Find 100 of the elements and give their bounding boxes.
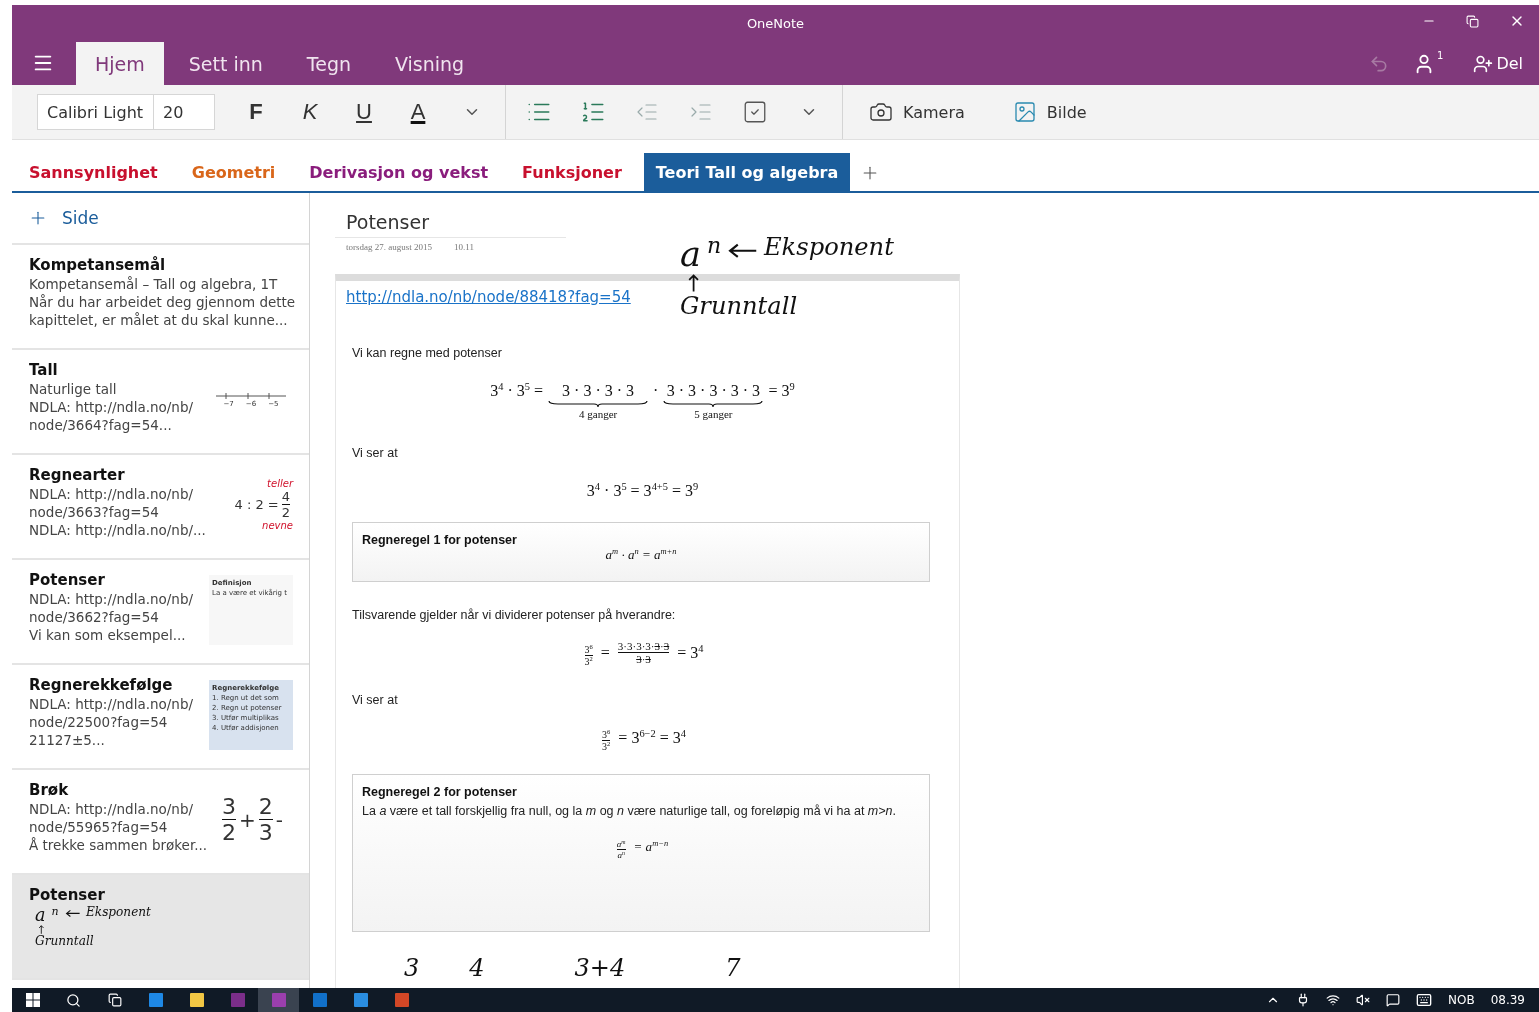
ink-number: 7: [725, 954, 741, 982]
keyboard-icon[interactable]: [1416, 992, 1432, 1008]
ink-arrow-icon: [727, 241, 758, 260]
math-expression: =: [600, 644, 610, 662]
fraction-numerator: 3$^{6}$: [602, 729, 611, 740]
page-preview-line: Naturlige tall: [29, 380, 118, 398]
page-preview-line: node/22500?fag=54: [29, 713, 169, 731]
app-tile-icon[interactable]: [258, 988, 299, 1012]
font-field[interactable]: Calibri Light 20: [37, 94, 215, 130]
fraction-numerator: 3$^{6}$: [584, 644, 593, 655]
section-tab[interactable]: Sannsynlighet: [17, 153, 170, 191]
page-title: Kompetansemål: [29, 255, 167, 275]
operator: -: [275, 807, 283, 832]
window-title: OneNote: [746, 16, 805, 31]
section-tab[interactable]: Derivasjon og vekst: [297, 153, 501, 191]
page-preview-line: NDLA: http://ndla.no/nb/: [29, 398, 194, 416]
plug-icon[interactable]: [1296, 993, 1310, 1007]
notification-icon[interactable]: [1386, 993, 1400, 1007]
fraction-denominator: a$^{n}$: [617, 850, 625, 860]
math-expression: = 3$^{4}$: [677, 644, 704, 662]
underbrace-icon: [548, 400, 649, 408]
numerator: 3: [222, 794, 236, 819]
page-title: Potenser: [29, 885, 106, 905]
page-time: 10.11: [454, 242, 474, 252]
math-expression: a$^{m}$ · a$^{n}$ = a$^{m+n}$: [605, 547, 677, 563]
paragraph: Vi kan regne med potenser: [351, 346, 503, 360]
page-preview-line: Vi kan som eksempel...: [29, 626, 187, 644]
page-preview-line: node/55965?fag=54: [29, 818, 169, 836]
format-button[interactable]: A: [391, 98, 445, 126]
picture-button[interactable]: Bilde: [1006, 99, 1093, 125]
page-link[interactable]: http://ndla.no/nb/node/88418?fag=54: [346, 288, 631, 306]
ribbon-tab[interactable]: Visning: [376, 42, 484, 85]
ink-number: 3: [404, 954, 420, 982]
ink-base-letter: a: [35, 905, 46, 925]
ink-base-letter: a: [680, 233, 701, 274]
rule-text: La a være et tall forskjellig fra null, og la m og n være naturlige tall, og foreløpig må vi ha at m>n.: [362, 803, 897, 820]
section-tab[interactable]: Teori Tall og algebra: [643, 153, 851, 191]
camera-button[interactable]: Kamera: [863, 99, 971, 125]
picture-icon: [1012, 100, 1037, 124]
format-button[interactable]: F: [229, 98, 283, 126]
denominator: 3: [258, 820, 273, 845]
math-expression: 3 · 3 · 3 · 3: [562, 382, 635, 400]
numerator-label: teller: [267, 478, 293, 489]
fraction-denominator: 3$^{2}$: [584, 656, 593, 667]
ink-exponent-letter: n: [51, 905, 59, 918]
fraction-denominator: 3$^{2}$: [602, 741, 611, 752]
ink-arrow-icon: [38, 925, 45, 934]
format-button[interactable]: K: [283, 98, 337, 126]
clock[interactable]: 08.39: [1490, 993, 1525, 1007]
brace-label: 5 ganger: [694, 408, 733, 420]
brace-label: 4 ganger: [579, 408, 618, 420]
account-count: 1: [1437, 50, 1444, 61]
operator: +: [239, 807, 256, 832]
math-expression: 3 · 3 · 3 · 3 · 3: [666, 382, 761, 400]
fraction-numerator: a$^{m}$: [616, 839, 626, 849]
page-preview-line: NDLA: http://ndla.no/nb/: [29, 800, 194, 818]
underbrace-icon: [663, 400, 764, 408]
ink-exponent-letter: n: [707, 233, 722, 258]
fraction-numerator: 3·3·3·3·3·3: [617, 640, 670, 652]
volume-muted-icon[interactable]: [1356, 993, 1370, 1007]
page-preview-line: node/3663?fag=54: [29, 503, 160, 521]
page-title: Regnerekkefølge: [29, 675, 174, 695]
paragraph: Vi ser at: [351, 446, 399, 460]
page-title: Potenser: [29, 570, 106, 590]
page-heading: Potenser: [335, 211, 566, 238]
math-expression: ·: [653, 382, 659, 400]
page-date: torsdag 27. august 2015: [346, 242, 432, 252]
page-title: Regnearter: [29, 465, 126, 485]
section-tab[interactable]: Geometri: [179, 153, 288, 191]
share-button[interactable]: Del: [1467, 52, 1529, 75]
denominator: 2: [281, 505, 290, 520]
page-preview-line: NDLA: http://ndla.no/nb/: [29, 695, 194, 713]
page-preview-line: kapittelet, er målet at du skal kunne...: [29, 311, 289, 329]
page-list-item[interactable]: Potenser a n Eksponent Grunntall: [12, 875, 309, 980]
page-preview-line: NDLA: http://ndla.no/nb/...: [29, 521, 207, 539]
wifi-icon[interactable]: [1326, 993, 1340, 1007]
page-preview-line: Kompetansemål – Tall og algebra, 1T: [29, 275, 279, 293]
math-expression: = 3$^{6−2}$ = 3$^{4}$: [618, 729, 686, 747]
ink-number: 3+4: [574, 954, 626, 982]
ink-arrow-icon: [686, 274, 700, 292]
denominator: 2: [222, 820, 236, 845]
ribbon-tab[interactable]: Hjem: [76, 42, 164, 85]
page-preview-line: 21127±5...: [29, 731, 106, 749]
page-preview-line: NDLA: http://ndla.no/nb/: [29, 590, 194, 608]
page-preview-line: NDLA: http://ndla.no/nb/: [29, 485, 194, 503]
language-indicator[interactable]: NOB: [1448, 993, 1475, 1007]
math-expression: = 3$^{9}$: [768, 382, 795, 400]
ink-base-label: Grunntall: [680, 291, 799, 320]
ink-number: 4: [469, 954, 485, 982]
rule-title: Regneregel 2 for potenser: [362, 785, 518, 799]
page-preview-line: node/3664?fag=54...: [29, 416, 173, 434]
ribbon-tab[interactable]: Tegn: [287, 42, 370, 85]
page-preview-line: Å trekke sammen brøker...: [29, 836, 209, 854]
restore-icon[interactable]: [1466, 13, 1479, 29]
person-plus-icon: [1473, 53, 1494, 74]
ribbon-tab[interactable]: Sett inn: [169, 42, 282, 85]
section-tab[interactable]: Funksjoner: [510, 153, 634, 191]
format-button[interactable]: U: [337, 98, 391, 126]
fraction-denominator: 3·3: [636, 653, 651, 665]
page-title: Brøk: [29, 780, 70, 800]
